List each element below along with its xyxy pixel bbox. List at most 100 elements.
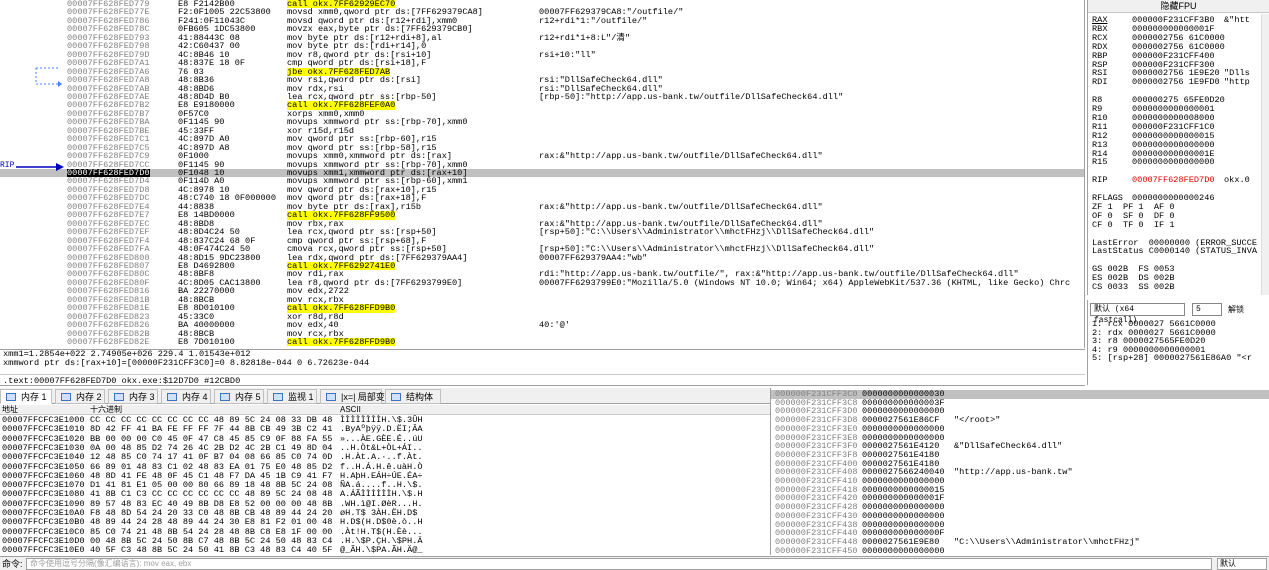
tab-label: 内存 1 <box>21 392 47 402</box>
instruction-address: 00007FF628FED82E <box>67 337 150 347</box>
unlock-checkbox[interactable]: 解锁 <box>1228 303 1244 316</box>
register-value: 00007FF628FED7D0 <box>1132 175 1215 186</box>
tab-1[interactable]: 内存 1 <box>0 389 52 404</box>
disasm-row[interactable]: 00007FF628FED7D8 4C:8978 10 mov qword ptr … <box>0 185 1084 194</box>
registers-pane[interactable]: 隐藏FPU RAX 000000F231CFF3B0 &"htt RBX 0000000… <box>1087 0 1269 295</box>
tab-label: 监视 1 <box>288 392 314 402</box>
register-row[interactable]: LastStatus C0000140 (STATUS_INVA <box>1092 247 1257 256</box>
tab-icon <box>114 393 124 401</box>
tab-8[interactable]: 结构体 <box>385 389 441 404</box>
register-row[interactable]: CS 0033 SS 002B <box>1092 283 1224 292</box>
stack-comment: "</root>" <box>954 415 1001 426</box>
dump-hex: 40 5F C3 48 8B 5C 24 50 41 8B C3 48 83 C… <box>90 545 333 555</box>
instruction-comment: [rbp-50]:"http://app.us-bank.tw/outfile/… <box>539 91 844 102</box>
rip-arrow-icon <box>16 163 64 171</box>
bottom-tab-bar: 内存 1 内存 2 内存 3 内存 4 内存 5 监视 1 |x=| 局部变量 结构体 <box>0 388 770 404</box>
disasm-row[interactable]: 00007FF628FED800 48:8D15 9DC23800 lea rdx,… <box>0 252 1084 263</box>
disasm-row[interactable]: 00007FF628FED7B2 E8 E9180000 call okx.7FF6… <box>0 101 1084 110</box>
disasm-row[interactable]: 00007FF628FED786 F241:0F11043C movsd qword… <box>0 16 1084 25</box>
disassembly-pane[interactable]: 00007FF628FED779 E8 F2142B00 call okx.7FF6… <box>0 0 1085 348</box>
disasm-row[interactable]: 00007FF628FED82E E8 7D010100 call okx.7FF6… <box>0 337 1084 347</box>
disasm-row[interactable]: 00007FF628FED80F 4C:8D05 CAC13800 lea r8,q… <box>0 278 1084 287</box>
command-mode-select[interactable]: 默认 <box>1217 558 1267 570</box>
register-row[interactable]: CF 0 TF 0 IF 1 <box>1092 220 1224 230</box>
register-comment: okx.0 <box>1224 175 1250 186</box>
tab-label: 内存 2 <box>76 392 102 402</box>
register-row[interactable]: RIP 00007FF628FED7D0 okx.0 <box>1092 176 1250 185</box>
register-name: CS 0033 SS 002B <box>1092 282 1175 292</box>
registers-scrollbar[interactable] <box>1261 14 1269 295</box>
dump-header-address: 地址 <box>2 405 18 414</box>
address-info-line: .text:00007FF628FED7D0 okx.exe:$12D7D0 #… <box>0 374 1085 386</box>
disasm-row[interactable]: 00007FF628FED7AE 48:8D4D B0 lea rcx,qword … <box>0 91 1084 102</box>
calling-convention-select[interactable]: 默认 (x64 fastcall) <box>1090 303 1185 325</box>
register-value: 0000002756 1E9FD0 <box>1132 77 1220 88</box>
dump-header-hex: 十六进制 <box>90 405 122 414</box>
instruction-bytes: E8 7D010100 <box>178 337 235 347</box>
stack-comment: "http://app.us-bank.tw" <box>954 467 1073 478</box>
disasm-row[interactable]: 00007FF628FED7E4 44:8838 mov byte ptr ds:[… <box>0 202 1084 211</box>
register-value: 0000000000000000 <box>1132 157 1215 168</box>
instruction-mnemonic: call okx.7FF628FFD9B0 <box>287 337 396 347</box>
memory-dump-pane[interactable]: 地址 十六进制 ASCII 00007FFCFC3E1000 CC CC CC C… <box>0 405 770 555</box>
tab-icon <box>61 393 71 401</box>
info-pane: xmm1=1.2854e+022 2.74905e+026 229.4 1.01… <box>0 349 1085 376</box>
tab-icon <box>273 393 283 401</box>
command-bar: 命令: 命令使用逗号分隔(像汇编语言): mov eax, ebx 默认 <box>0 556 1269 570</box>
tab-6[interactable]: 监视 1 <box>267 389 317 404</box>
disasm-row[interactable]: 00007FF628FED7BA 0F1145 90 movups xmmword … <box>0 118 1084 127</box>
disasm-row[interactable]: 00007FF628FED7A1 48:837E 18 0F cmp qword p… <box>0 59 1084 68</box>
disasm-row[interactable]: 00007FF628FED7D0 0F1048 10 movups xmm1,xmm… <box>0 168 1084 178</box>
disasm-row[interactable]: 00007FF628FED7C9 0F1000 movups xmm0,xmmwor… <box>0 151 1084 162</box>
disasm-row[interactable]: 00007FF628FED79D 4C:8B46 10 mov r8,qword p… <box>0 49 1084 60</box>
disasm-row[interactable]: 00007FF628FED7BE 45:33FF xor r15d,r15d <box>0 126 1084 135</box>
tab-label: 内存 4 <box>182 392 208 402</box>
instruction-comment: rsi+10:"ll" <box>539 49 596 60</box>
hide-fpu-button[interactable]: 隐藏FPU <box>1088 0 1269 13</box>
tab-label: 结构体 <box>406 392 434 402</box>
disasm-row[interactable]: 00007FF628FED816 BA 22270000 mov edx,2722 <box>0 287 1084 296</box>
tab-2[interactable]: 内存 2 <box>55 389 105 404</box>
disasm-row[interactable]: 00007FF628FED7C1 4C:897D A0 mov qword ptr … <box>0 135 1084 144</box>
register-comment: "http <box>1224 77 1250 88</box>
disasm-row[interactable]: 00007FF628FED7B7 0F57C0 xorps xmm0,xmm0 <box>0 109 1084 118</box>
unlock-label: 解锁 <box>1228 305 1244 314</box>
disasm-row[interactable]: 00007FF628FED81E E8 8D010100 call okx.7FF6… <box>0 304 1084 313</box>
command-label: 命令: <box>2 559 23 569</box>
instruction-comment: 00007FF629379AA4:"wb" <box>539 252 648 263</box>
arg-count-stepper[interactable]: 5 <box>1192 303 1222 316</box>
tab-icon <box>167 393 177 401</box>
stack-row[interactable]: 000000F231CFF450 0000000000000000 <box>771 545 1269 555</box>
disasm-row[interactable]: 00007FF628FED7EF 48:8D4C24 50 lea rcx,qwor… <box>0 227 1084 238</box>
tab-icon <box>6 393 16 401</box>
disasm-row[interactable]: 00007FF628FED7CC 0F1145 90 movups xmmword … <box>0 160 1084 169</box>
dump-address: 00007FFCFC3E10E0 <box>2 545 85 555</box>
instruction-comment: rax:&"http://app.us-bank.tw/outfile/DllS… <box>539 151 823 162</box>
call-args-pane[interactable]: 默认 (x64 fastcall) 5 解锁 1: rcx 0000027 56… <box>1087 300 1269 385</box>
register-name: RDI <box>1092 77 1108 88</box>
disasm-row[interactable]: 00007FF628FED81B 48:8BCB mov rcx,rbx <box>0 295 1084 304</box>
tab-4[interactable]: 内存 4 <box>161 389 211 404</box>
info-line-2: xmmword ptr ds:[rax+10]=[00000F231CFF3C0… <box>3 358 370 368</box>
tab-label: 内存 5 <box>235 392 261 402</box>
command-input[interactable]: 命令使用逗号分隔(像汇编语言): mov eax, ebx <box>26 558 1212 570</box>
instruction-comment: r12+rdi*1+8:L"/清" <box>539 32 631 43</box>
instruction-comment: [rsp+50]:"C:\\Users\\Administrator\\mhct… <box>539 227 875 238</box>
disasm-row[interactable]: 00007FF628FED82B 48:8BCB mov rcx,rbx <box>0 329 1084 338</box>
dump-row[interactable]: 00007FFCFC3E10E0 40 5F C3 48 8B 5C 24 50 … <box>0 546 770 555</box>
call-arg-row: 5: [rsp+28] 0000027561E86A0 "<r <box>1092 353 1252 364</box>
stack-pane[interactable]: 000000F231CFF3C0 0000000000000030 000000F2… <box>770 388 1269 555</box>
register-row[interactable]: RDI 0000002756 1E9FD0 "http <box>1092 78 1250 87</box>
disasm-row[interactable]: 00007FF628FED826 BA 40000000 mov edx,40 40:… <box>0 321 1084 330</box>
disasm-row[interactable]: 00007FF628FED7D4 0F114D A0 movups xmmword … <box>0 177 1084 186</box>
tab-icon <box>220 393 230 401</box>
register-comment: &"htt <box>1224 15 1250 25</box>
disasm-row[interactable]: 00007FF628FED793 41:88443C 08 mov byte ptr… <box>0 32 1084 43</box>
tab-5[interactable]: 内存 5 <box>214 389 264 404</box>
register-row[interactable]: R15 0000000000000000 <box>1092 158 1224 167</box>
dump-header: 地址 十六进制 ASCII <box>0 405 770 415</box>
tab-icon <box>326 393 336 401</box>
tab-7[interactable]: |x=| 局部变量 <box>320 389 394 404</box>
stack-value: 0000000000000000 <box>862 545 945 555</box>
tab-3[interactable]: 内存 3 <box>108 389 158 404</box>
